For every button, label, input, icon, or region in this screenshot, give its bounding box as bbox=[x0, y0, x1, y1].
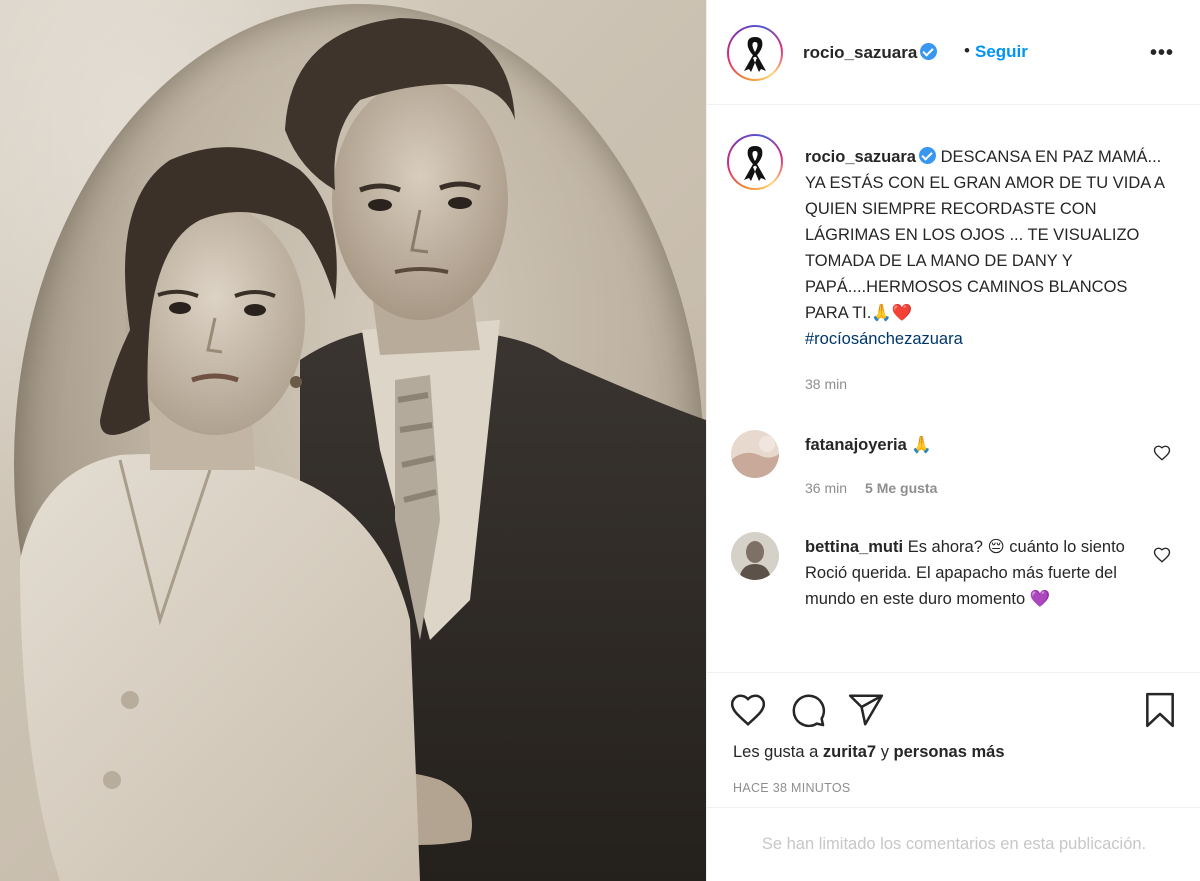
post-photo[interactable] bbox=[0, 0, 706, 881]
comments-list[interactable]: rocio_sazuara DESCANSA EN PAZ MAMÁ... YA… bbox=[707, 106, 1200, 672]
likes-user-link[interactable]: zurita7 bbox=[823, 743, 876, 761]
caption-timestamp: 38 min bbox=[805, 376, 848, 392]
comment-likes[interactable]: 5 Me gusta bbox=[865, 480, 937, 496]
caption-avatar[interactable] bbox=[727, 134, 783, 190]
author-avatar[interactable] bbox=[727, 25, 783, 81]
photo-portrait bbox=[20, 18, 706, 881]
caption-username[interactable]: rocio_sazuara bbox=[805, 148, 916, 166]
caption-hashtag[interactable]: #rocíosánchezazuara bbox=[805, 326, 1165, 352]
separator-dot: • bbox=[964, 41, 970, 60]
comment-username[interactable]: bettina_muti bbox=[805, 538, 903, 556]
comment-username[interactable]: fatanajoyeria bbox=[805, 436, 907, 454]
comment-like-heart-icon[interactable] bbox=[1153, 444, 1171, 462]
likes-prefix: Les gusta a bbox=[733, 743, 819, 761]
bookmark-icon[interactable] bbox=[1141, 691, 1179, 729]
post-header: rocio_sazuara • Seguir ••• bbox=[707, 0, 1200, 105]
black-ribbon-icon bbox=[744, 146, 766, 181]
comment-text: 🙏 bbox=[911, 436, 932, 454]
post-side-panel: rocio_sazuara • Seguir ••• rocio_sazuara… bbox=[706, 0, 1200, 881]
comment-time: 36 min bbox=[805, 480, 848, 496]
black-ribbon-icon bbox=[744, 37, 766, 72]
caption-emojis: 🙏❤️ bbox=[871, 304, 913, 322]
verified-badge-icon bbox=[920, 43, 938, 60]
comment-meta: 36 min 5 Me gusta bbox=[805, 480, 937, 496]
comment-like-heart-icon[interactable] bbox=[1153, 546, 1171, 564]
user-photo-icon bbox=[731, 532, 779, 580]
heart-icon[interactable] bbox=[729, 691, 767, 729]
paper-plane-icon[interactable] bbox=[847, 691, 885, 729]
likes-summary: Les gusta a zurita7 y personas más bbox=[733, 743, 1005, 762]
more-options-icon[interactable]: ••• bbox=[1150, 42, 1174, 65]
comment-icon[interactable] bbox=[789, 691, 827, 729]
verified-badge-icon bbox=[918, 147, 936, 164]
commenter-avatar[interactable] bbox=[731, 430, 779, 478]
likes-joiner: y bbox=[880, 743, 889, 761]
follow-button[interactable]: Seguir bbox=[975, 42, 1028, 62]
commenter-avatar[interactable] bbox=[731, 532, 779, 580]
caption-text-block: rocio_sazuara DESCANSA EN PAZ MAMÁ... YA… bbox=[805, 144, 1165, 352]
likes-others-link[interactable]: personas más bbox=[894, 743, 1005, 761]
user-photo-icon bbox=[731, 430, 779, 478]
post-timestamp[interactable]: HACE 38 MINUTOS bbox=[733, 781, 851, 795]
comments-limited-notice: Se han limitado los comentarios en esta … bbox=[707, 807, 1200, 881]
comment-body: fatanajoyeria 🙏 bbox=[805, 432, 1125, 458]
author-username[interactable]: rocio_sazuara bbox=[803, 43, 938, 63]
comment-body: bettina_muti Es ahora? 😔 cuánto lo sient… bbox=[805, 534, 1125, 612]
caption-body: DESCANSA EN PAZ MAMÁ... YA ESTÁS CON EL … bbox=[805, 148, 1165, 322]
post-actions: Les gusta a zurita7 y personas más HACE … bbox=[707, 672, 1200, 807]
author-username-text[interactable]: rocio_sazuara bbox=[803, 43, 917, 62]
